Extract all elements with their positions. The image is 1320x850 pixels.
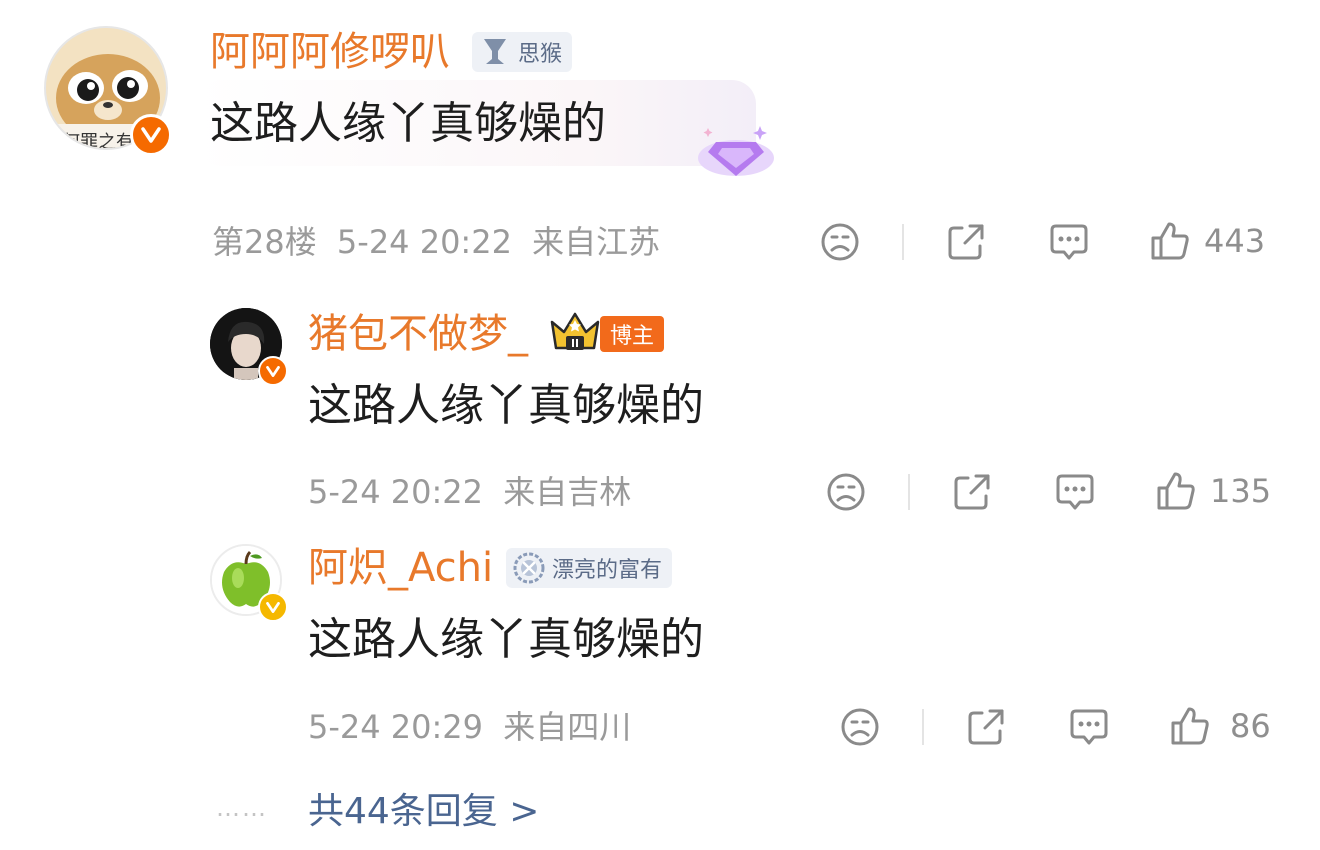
dislike-button[interactable] — [826, 472, 866, 512]
trophy-cup-icon — [484, 39, 506, 64]
reply-meta: 5-24 20:29 来自四川 — [308, 707, 631, 747]
comment-icon — [1056, 474, 1094, 510]
dots-divider: …… — [216, 794, 268, 822]
sad-face-icon — [827, 473, 865, 511]
sad-face-icon — [841, 708, 879, 746]
thumbs-up-icon — [1171, 707, 1209, 745]
share-icon — [948, 224, 984, 260]
comment-time: 5-24 20:22 — [336, 223, 512, 261]
dislike-button[interactable] — [820, 222, 860, 262]
thumbs-up-icon — [1157, 472, 1195, 510]
comment-button[interactable] — [1048, 222, 1090, 264]
avatar-caption: 何罪之有 — [62, 132, 134, 150]
view-more-replies-link[interactable]: 共44条回复 > — [308, 790, 539, 834]
reply-username[interactable]: 阿炽_Achi — [308, 544, 493, 592]
like-button[interactable]: 135 — [1156, 470, 1271, 512]
comment-location: 来自江苏 — [532, 223, 661, 261]
share-icon — [968, 709, 1004, 745]
diamond-decoration-icon — [694, 118, 778, 186]
reply-time: 5-24 20:22 — [308, 473, 484, 511]
dislike-button[interactable] — [840, 707, 880, 747]
author-badge-label: 博主 — [610, 324, 655, 349]
reply-text: 这路人缘丫真够燥的 — [308, 380, 704, 431]
user-medal-label: 漂亮的富有 — [552, 558, 663, 583]
user-medal-label: 思猴 — [518, 42, 563, 67]
user-medal-badge[interactable]: 思猴 — [472, 32, 573, 72]
like-count: 86 — [1230, 707, 1271, 745]
user-medal-badge[interactable]: 漂亮的富有 — [506, 548, 673, 588]
reply-time: 5-24 20:29 — [308, 708, 484, 746]
comment-username[interactable]: 阿阿阿修啰叭 — [210, 28, 450, 76]
comment-icon — [1050, 224, 1088, 260]
comment-text: 这路人缘丫真够燥的 — [210, 98, 606, 149]
reply-location: 来自吉林 — [503, 473, 632, 511]
sad-face-icon — [821, 223, 859, 261]
comment-floor: 第28楼 — [212, 223, 317, 261]
verified-badge-icon — [258, 592, 288, 622]
thumbs-up-icon — [1151, 222, 1189, 260]
like-button[interactable]: 443 — [1150, 220, 1265, 262]
share-button[interactable] — [966, 707, 1006, 747]
action-divider — [902, 224, 904, 260]
author-badge: 博主 — [600, 316, 665, 352]
comment-button[interactable] — [1054, 472, 1096, 514]
like-count: 135 — [1210, 472, 1272, 510]
share-icon — [954, 474, 990, 510]
comment-meta: 第28楼 5-24 20:22 来自江苏 — [212, 222, 660, 262]
reply-meta: 5-24 20:22 来自吉林 — [308, 472, 631, 512]
reply-username[interactable]: 猪包不做梦_ — [308, 310, 528, 358]
like-count: 443 — [1204, 222, 1266, 260]
reply-location: 来自四川 — [503, 708, 632, 746]
share-button[interactable] — [952, 472, 992, 512]
comment-icon — [1070, 709, 1108, 745]
action-divider — [908, 474, 910, 510]
verified-badge-icon — [130, 114, 172, 156]
comment-button[interactable] — [1068, 707, 1110, 749]
verified-badge-icon — [258, 356, 288, 386]
crown-level-icon — [548, 308, 602, 360]
reply-text: 这路人缘丫真够燥的 — [308, 614, 704, 665]
action-divider — [922, 709, 924, 745]
share-button[interactable] — [946, 222, 986, 262]
flower-medal-icon — [513, 552, 545, 584]
like-button[interactable]: 86 — [1170, 705, 1271, 747]
